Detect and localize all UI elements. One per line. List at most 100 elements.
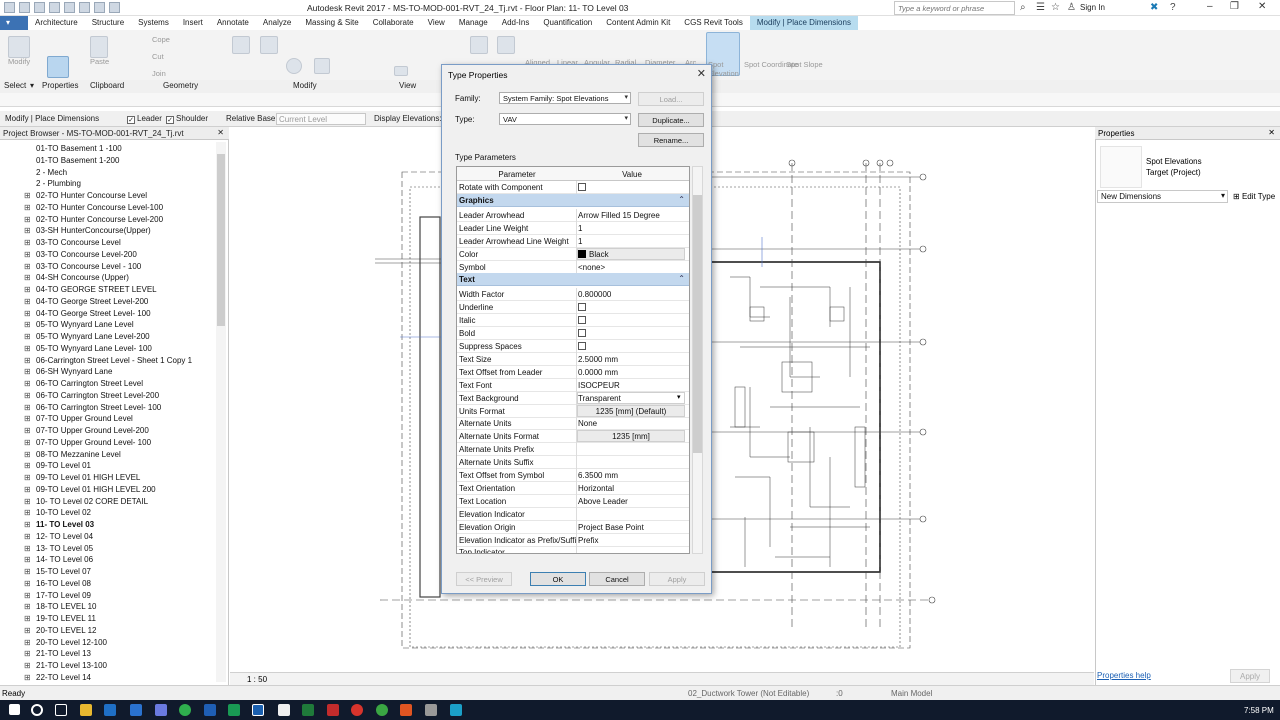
parameter-value[interactable]: 0.800000 xyxy=(578,290,611,299)
parameter-row[interactable]: Leader Arrowhead Line Weight 1 xyxy=(457,234,689,248)
parameter-value[interactable]: Prefix xyxy=(578,536,598,545)
browser-item[interactable]: 04-TO GEORGE STREET LEVEL xyxy=(36,285,157,294)
parameter-checkbox[interactable] xyxy=(578,316,586,325)
tab-analyze[interactable]: Analyze xyxy=(256,16,298,30)
expand-icon[interactable]: ⊞ xyxy=(24,426,31,435)
measure-ribbon-icon[interactable] xyxy=(470,36,488,54)
expand-icon[interactable]: ⊞ xyxy=(24,579,31,588)
app-icon-6[interactable] xyxy=(425,704,437,716)
notepad-icon[interactable] xyxy=(278,704,290,716)
expand-icon[interactable]: ⊞ xyxy=(24,497,31,506)
sign-in-button[interactable]: Sign In xyxy=(1080,3,1105,12)
expand-icon[interactable]: ⊞ xyxy=(24,203,31,212)
expand-icon[interactable]: ⊞ xyxy=(24,191,31,200)
expand-icon[interactable]: ⊞ xyxy=(24,544,31,553)
parameter-row[interactable]: Color Black xyxy=(457,247,689,261)
browser-item[interactable]: 06-TO Carrington Street Level xyxy=(36,379,143,388)
duplicate-button[interactable]: Duplicate... xyxy=(638,113,704,127)
rotate-icon[interactable] xyxy=(286,58,302,74)
expand-icon[interactable]: ⊞ xyxy=(24,320,31,329)
edit-type-button[interactable]: ⊞ Edit Type xyxy=(1233,192,1275,201)
browser-item[interactable]: 05-TO Wynyard Lane Level- 100 xyxy=(36,344,152,353)
app-menu-icon[interactable] xyxy=(4,2,15,13)
browser-item[interactable]: 09-TO Level 01 HIGH LEVEL 200 xyxy=(36,485,156,494)
browser-item[interactable]: 09-TO Level 01 xyxy=(36,461,91,470)
browser-item[interactable]: 08-TO Mezzanine Level xyxy=(36,450,121,459)
parameter-row[interactable]: Rotate with Component xyxy=(457,181,689,194)
apply-button[interactable]: Apply xyxy=(649,572,705,586)
expand-icon[interactable]: ⊞ xyxy=(24,673,31,682)
help-icon[interactable]: ? xyxy=(1170,2,1176,13)
browser-item[interactable]: 22-TO Level 14 xyxy=(36,673,91,682)
type-select[interactable]: VAV ▾ xyxy=(499,113,631,125)
browser-item[interactable]: 12- TO Level 04 xyxy=(36,532,93,541)
shoulder-check-icon[interactable]: ✓ xyxy=(166,116,174,124)
view-scale[interactable]: 1 : 50 xyxy=(247,675,267,684)
expand-icon[interactable]: ⊞ xyxy=(24,262,31,271)
offset-icon[interactable] xyxy=(260,36,278,54)
parameter-value[interactable]: 0.0000 mm xyxy=(578,368,618,377)
parameter-row[interactable]: Suppress Spaces xyxy=(457,340,689,353)
hide-icon[interactable] xyxy=(394,66,408,76)
expand-icon[interactable]: ⊞ xyxy=(24,297,31,306)
undo-icon[interactable] xyxy=(49,2,60,13)
app-icon-4[interactable] xyxy=(351,704,363,716)
redo-icon[interactable] xyxy=(64,2,75,13)
expand-icon[interactable]: ⊞ xyxy=(24,332,31,341)
tab-content-admin-kit[interactable]: Content Admin Kit xyxy=(599,16,677,30)
parameter-row[interactable]: Units Format 1235 [mm] (Default) xyxy=(457,404,689,418)
tab-manage[interactable]: Manage xyxy=(452,16,495,30)
expand-icon[interactable]: ⊞ xyxy=(24,309,31,318)
tab-annotate[interactable]: Annotate xyxy=(210,16,256,30)
app-icon-5[interactable] xyxy=(376,704,388,716)
browser-item[interactable]: 02-TO Hunter Concourse Level xyxy=(36,191,147,200)
parameter-value[interactable]: 1 xyxy=(578,224,582,233)
status-workset[interactable]: 02_Ductwork Tower (Not Editable) xyxy=(688,689,809,698)
parameter-row[interactable]: Elevation Indicator xyxy=(457,507,689,521)
expand-icon[interactable]: ⊞ xyxy=(24,344,31,353)
browser-item[interactable]: 06-TO Carrington Street Level-200 xyxy=(36,391,159,400)
properties-apply-button[interactable]: Apply xyxy=(1230,669,1270,683)
browser-item[interactable]: 03-TO Concourse Level - 100 xyxy=(36,262,141,271)
save-icon[interactable] xyxy=(34,2,45,13)
expand-icon[interactable]: ⊞ xyxy=(24,473,31,482)
edge-icon[interactable] xyxy=(104,704,116,716)
acrobat-icon[interactable] xyxy=(327,704,339,716)
parameter-value[interactable]: <none> xyxy=(578,263,605,272)
parameter-row[interactable]: Top Indicator xyxy=(457,546,689,553)
tab-systems[interactable]: Systems xyxy=(131,16,176,30)
tab-collaborate[interactable]: Collaborate xyxy=(366,16,421,30)
parameter-row[interactable]: Symbol <none> xyxy=(457,260,689,274)
parameter-value[interactable]: Horizontal xyxy=(578,484,614,493)
expand-icon[interactable]: ⊞ xyxy=(24,602,31,611)
parameter-value[interactable]: Black xyxy=(578,249,609,259)
parameter-value[interactable]: ISOCPEUR xyxy=(578,381,620,390)
quick-access-toolbar[interactable] xyxy=(4,2,304,14)
tab-modify-place-dimensions[interactable]: Modify | Place Dimensions xyxy=(749,16,858,30)
tab-massing-site[interactable]: Massing & Site xyxy=(298,16,365,30)
parameter-checkbox[interactable] xyxy=(578,342,586,350)
family-select[interactable]: System Family: Spot Elevations ▾ xyxy=(499,92,631,104)
browser-item[interactable]: 01-TO Basement 1 -100 xyxy=(36,144,122,153)
expand-icon[interactable]: ⊞ xyxy=(24,626,31,635)
browser-item[interactable]: 2 - Plumbing xyxy=(36,179,81,188)
maximize-button[interactable]: ❐ xyxy=(1230,1,1239,12)
parameter-value[interactable]: None xyxy=(578,419,597,428)
minimize-button[interactable]: – xyxy=(1207,1,1213,12)
measure-icon[interactable] xyxy=(94,2,105,13)
cancel-button[interactable]: Cancel xyxy=(589,572,645,586)
parameter-value[interactable]: Above Leader xyxy=(578,497,628,506)
browser-item[interactable]: 07-TO Upper Ground Level xyxy=(36,414,133,423)
parameter-row[interactable]: Elevation Origin Project Base Point xyxy=(457,520,689,534)
tab-architecture[interactable]: Architecture xyxy=(28,16,85,30)
expand-icon[interactable]: ⊞ xyxy=(24,450,31,459)
leader-checkbox[interactable]: ✓ Leader xyxy=(127,114,162,124)
browser-item[interactable]: 02-TO Hunter Concourse Level-100 xyxy=(36,203,163,212)
parameter-row[interactable]: Elevation Indicator as Prefix/Suffix Pref… xyxy=(457,533,689,547)
browser-item[interactable]: 03-TO Concourse Level-200 xyxy=(36,250,137,259)
parameter-checkbox[interactable] xyxy=(578,303,586,312)
expand-icon[interactable]: ⊞ xyxy=(24,414,31,423)
parameter-row[interactable]: Text Orientation Horizontal xyxy=(457,481,689,495)
browser-item[interactable]: 11- TO Level 03 xyxy=(36,520,94,529)
expand-icon[interactable]: ⊞ xyxy=(24,356,31,365)
